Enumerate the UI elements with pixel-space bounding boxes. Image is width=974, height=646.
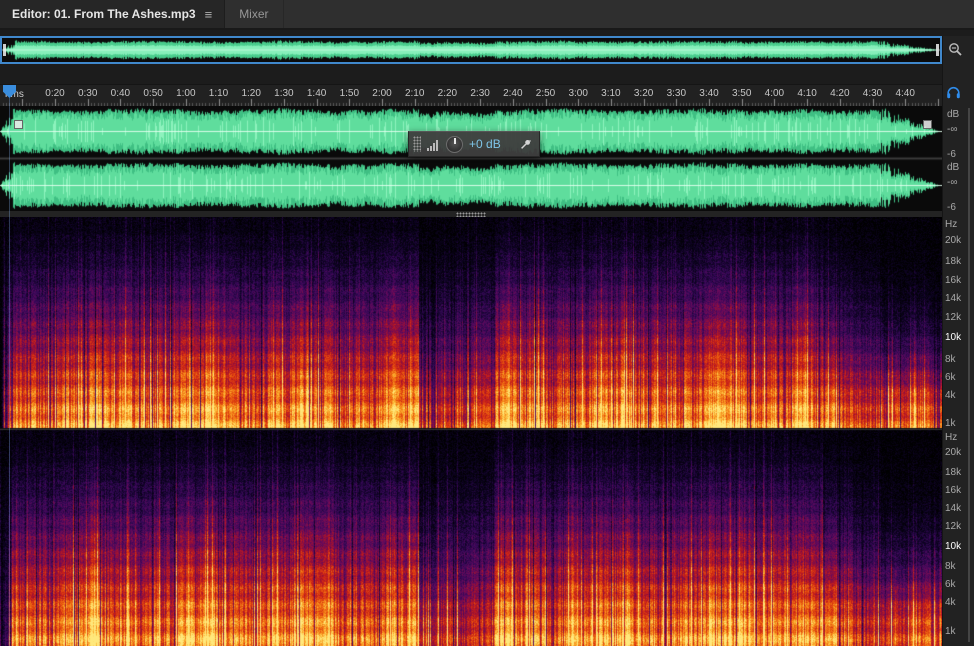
headphones-icon[interactable]: [946, 85, 961, 99]
pin-icon[interactable]: [519, 138, 532, 151]
fade-in-handle[interactable]: [14, 120, 23, 129]
hud-drag-handle[interactable]: [413, 136, 421, 152]
splitter-grip-icon: [456, 211, 486, 217]
mixer-tab-label: Mixer: [239, 7, 269, 21]
fade-out-handle[interactable]: [923, 120, 932, 129]
navigator-waveform-canvas[interactable]: [2, 38, 940, 62]
volume-meter-icon: [427, 138, 440, 151]
gain-knob[interactable]: [446, 135, 463, 153]
gain-hud[interactable]: +0 dB: [408, 131, 540, 157]
spectral-display[interactable]: [0, 217, 942, 646]
timeline-ruler[interactable]: hms 0:20 0:30 0:40 0:50 1:00 1:10 1:20 1:30 1:40…: [0, 84, 942, 106]
playhead-line: [9, 98, 10, 646]
tab-mixer[interactable]: Mixer: [225, 0, 284, 28]
panel-menu-icon[interactable]: ≡: [205, 7, 213, 22]
waveform-display[interactable]: [0, 106, 942, 211]
navigator-right-handle[interactable]: [936, 44, 939, 56]
ruler-ticks: [0, 98, 942, 106]
audition-editor-window: Editor: 01. From The Ashes.mp3 ≡ Mixer h…: [0, 0, 974, 646]
vertical-scrollbar[interactable]: [968, 108, 970, 642]
tab-editor[interactable]: Editor: 01. From The Ashes.mp3 ≡: [0, 0, 226, 28]
gain-value[interactable]: +0 dB: [469, 137, 501, 151]
navigator-left-handle[interactable]: [3, 44, 6, 56]
zoom-out-icon[interactable]: [948, 42, 963, 57]
panel-tab-bar: Editor: 01. From The Ashes.mp3 ≡ Mixer: [0, 0, 974, 30]
zoom-navigator[interactable]: [0, 36, 942, 64]
editor-tab-label: Editor: 01. From The Ashes.mp3: [12, 7, 196, 21]
